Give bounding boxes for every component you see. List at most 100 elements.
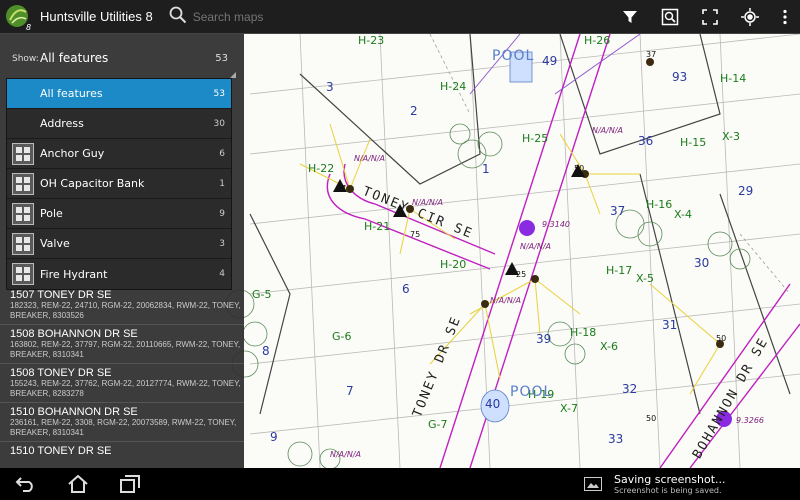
- action-bar: 8 Huntsville Utilities 8: [0, 0, 800, 34]
- back-icon[interactable]: [2, 468, 50, 500]
- grid-label: H-21: [364, 220, 391, 233]
- search-icon[interactable]: [169, 6, 187, 28]
- pole-count: 50: [646, 414, 657, 423]
- grid-label: X-5: [636, 272, 654, 285]
- dropdown-item-count: 3: [219, 238, 225, 249]
- lot-number: 37: [610, 204, 626, 218]
- lot-number: 31: [662, 318, 678, 332]
- image-icon: [584, 477, 602, 491]
- feature-panel: Show: All features 53 1507 TONEY DR SE 1…: [0, 34, 244, 468]
- device-tag: N/A/N/A: [330, 450, 361, 459]
- grid-label: H-15: [680, 136, 707, 149]
- grid-label: H-26: [584, 34, 611, 47]
- dropdown-item-count: 9: [219, 208, 225, 219]
- pole-count: 25: [516, 270, 527, 279]
- lot-number: 6: [402, 282, 410, 296]
- device-tag: N/A/N/A: [592, 126, 623, 135]
- grid-label: H-17: [606, 264, 633, 277]
- pool-label: POOL: [492, 48, 535, 64]
- dropdown-item-count: 6: [219, 148, 225, 159]
- pole-count: 50: [574, 164, 585, 173]
- feature-grid-icon: [12, 263, 34, 285]
- lot-number: 7: [346, 384, 354, 398]
- lot-number: 93: [672, 70, 688, 84]
- dropdown-item-count: 4: [219, 269, 225, 279]
- lot-number: 1: [482, 162, 490, 176]
- lot-number: 32: [622, 382, 638, 396]
- grid-label: X-4: [674, 208, 692, 221]
- result-title: 1508 TONEY DR SE: [10, 367, 112, 379]
- dropdown-item-label: Anchor Guy: [40, 147, 105, 160]
- lot-number: 2: [410, 104, 418, 118]
- grid-label: G-7: [428, 418, 448, 431]
- show-value[interactable]: All features: [40, 51, 108, 65]
- grid-label: X-3: [722, 130, 740, 143]
- result-details: 182323, REM-22, 24710, RGM-22, 20062834,…: [10, 301, 241, 320]
- dropdown-item-all-features[interactable]: All features 53: [7, 79, 231, 109]
- grid-label: H-20: [440, 258, 467, 271]
- dropdown-item-label: Fire Hydrant: [40, 267, 108, 281]
- list-item[interactable]: 1508 TONEY DR SE 155243, REM-22, 37762, …: [0, 364, 244, 403]
- svg-text:8: 8: [26, 23, 31, 31]
- search-input[interactable]: [192, 9, 353, 24]
- overflow-menu-icon[interactable]: [770, 0, 800, 34]
- pole-count: 75: [410, 230, 421, 239]
- grid-label: G-6: [332, 330, 352, 343]
- device-tag: N/A/N/A: [354, 154, 385, 163]
- lot-number: 29: [738, 184, 754, 198]
- dropdown-item-anchor-guy[interactable]: Anchor Guy 6: [7, 139, 231, 169]
- lot-number: 8: [262, 344, 270, 358]
- grid-label: H-23: [358, 34, 385, 47]
- result-details: 163802, REM-22, 37797, RGM-22, 20110665,…: [10, 340, 241, 359]
- result-title: 1510 BOHANNON DR SE: [10, 406, 138, 418]
- home-icon[interactable]: [54, 468, 102, 500]
- lot-number: 3: [326, 80, 334, 94]
- lot-number: 40: [485, 397, 501, 411]
- dropdown-item-oh-capacitor-bank[interactable]: OH Capacitor Bank 1: [7, 169, 231, 199]
- pole-count: 50: [716, 334, 727, 343]
- lot-number: 49: [542, 54, 558, 68]
- dropdown-item-fire-hydrant[interactable]: Fire Hydrant 4: [7, 259, 231, 289]
- system-nav-bar: Saving screenshot... Screenshot is being…: [0, 468, 800, 500]
- result-title: 1510 TONEY DR SE: [10, 445, 112, 457]
- locate-icon[interactable]: [730, 0, 770, 34]
- node-id: 9.3266: [736, 416, 764, 425]
- zoom-extent-icon[interactable]: [650, 0, 690, 34]
- results-list[interactable]: 1507 TONEY DR SE 182323, REM-22, 24710, …: [0, 286, 244, 460]
- dropdown-item-label: Pole: [40, 207, 63, 220]
- recent-apps-icon[interactable]: [106, 468, 154, 500]
- show-count: 53: [215, 53, 228, 64]
- screenshot-notification[interactable]: Saving screenshot... Screenshot is being…: [578, 468, 800, 500]
- list-item[interactable]: 1510 TONEY DR SE: [0, 442, 244, 460]
- dropdown-item-count: 53: [213, 88, 225, 99]
- dropdown-item-pole[interactable]: Pole 9: [7, 199, 231, 229]
- result-title: 1508 BOHANNON DR SE: [10, 328, 138, 340]
- app-leaf-icon[interactable]: 8: [4, 3, 34, 32]
- list-item[interactable]: 1508 BOHANNON DR SE 163802, REM-22, 3779…: [0, 325, 244, 364]
- feature-filter-dropdown[interactable]: All features 53 Address 30 Anchor Guy 6 …: [6, 78, 232, 290]
- pole-count: 37: [646, 50, 657, 59]
- dropdown-item-valve[interactable]: Valve 3: [7, 229, 231, 259]
- fullscreen-icon[interactable]: [690, 0, 730, 34]
- grid-label: G-5: [252, 288, 272, 301]
- dropdown-item-label: Valve: [40, 237, 70, 250]
- feature-grid-icon: [12, 142, 34, 165]
- show-selector[interactable]: Show: All features 53: [0, 34, 244, 84]
- filter-icon[interactable]: [610, 0, 650, 34]
- dropdown-item-address[interactable]: Address 30: [7, 109, 231, 139]
- list-item[interactable]: 1510 BOHANNON DR SE 236161, REM-22, 3308…: [0, 403, 244, 442]
- list-item[interactable]: 1507 TONEY DR SE 182323, REM-22, 24710, …: [0, 286, 244, 325]
- grid-label: H-18: [570, 326, 597, 339]
- grid-label: H-25: [522, 132, 549, 145]
- notification-text: Saving screenshot... Screenshot is being…: [614, 473, 726, 495]
- lot-number: 33: [608, 432, 624, 446]
- app-title: Huntsville Utilities 8: [40, 9, 153, 24]
- feature-grid-icon: [12, 202, 34, 225]
- pool-label: POOL: [510, 384, 553, 400]
- feature-grid-icon: [12, 232, 34, 255]
- grid-label: H-16: [646, 198, 673, 211]
- dropdown-item-count: 30: [213, 118, 225, 129]
- notification-subtitle: Screenshot is being saved.: [614, 486, 722, 495]
- grid-label: X-6: [600, 340, 618, 353]
- search-box[interactable]: [169, 3, 369, 31]
